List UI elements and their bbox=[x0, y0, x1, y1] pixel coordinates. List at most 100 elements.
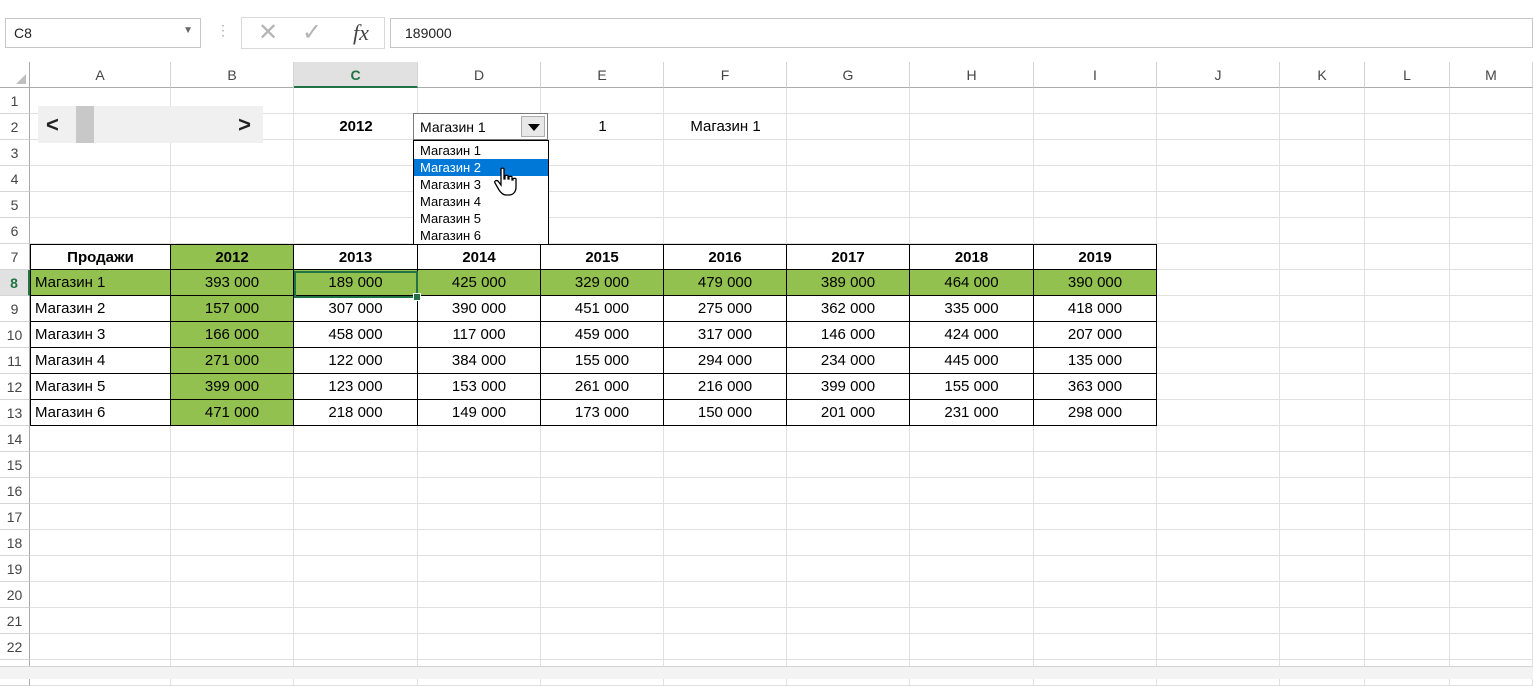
row-header-21[interactable]: 21 bbox=[0, 608, 30, 634]
column-header-f[interactable]: F bbox=[664, 62, 787, 88]
column-header-g[interactable]: G bbox=[787, 62, 910, 88]
column-header-d[interactable]: D bbox=[418, 62, 541, 88]
sales-cell[interactable]: 335 000 bbox=[910, 296, 1034, 322]
sales-cell[interactable]: 173 000 bbox=[541, 400, 664, 426]
sales-cell[interactable]: 231 000 bbox=[910, 400, 1034, 426]
sales-cell[interactable]: 384 000 bbox=[418, 348, 541, 374]
sales-cell[interactable]: 201 000 bbox=[787, 400, 910, 426]
column-header-l[interactable]: L bbox=[1365, 62, 1450, 88]
chevron-left-icon[interactable]: < bbox=[46, 112, 59, 138]
store-name-cell[interactable]: Магазин 1 bbox=[30, 270, 171, 296]
sales-cell[interactable]: 418 000 bbox=[1034, 296, 1157, 322]
column-header-b[interactable]: B bbox=[171, 62, 294, 88]
sales-cell[interactable]: 153 000 bbox=[418, 374, 541, 400]
dropdown-option[interactable]: Магазин 3 bbox=[414, 176, 548, 193]
sales-cell[interactable]: 298 000 bbox=[1034, 400, 1157, 426]
sales-cell[interactable]: 459 000 bbox=[541, 322, 664, 348]
column-header-j[interactable]: J bbox=[1157, 62, 1280, 88]
combo-dropdown-button[interactable] bbox=[521, 116, 545, 137]
sales-cell[interactable]: 464 000 bbox=[910, 270, 1034, 296]
sales-cell[interactable]: 458 000 bbox=[294, 322, 418, 348]
row-header-17[interactable]: 17 bbox=[0, 504, 30, 530]
table-header-cell[interactable]: 2012 bbox=[171, 244, 294, 270]
row-header-16[interactable]: 16 bbox=[0, 478, 30, 504]
table-header-cell[interactable]: 2013 bbox=[294, 244, 418, 270]
combo-index-cell[interactable]: 1 bbox=[541, 114, 664, 140]
dropdown-option[interactable]: Магазин 4 bbox=[414, 193, 548, 210]
close-icon[interactable]: ✕ bbox=[250, 18, 286, 48]
horizontal-scrollbar[interactable] bbox=[0, 666, 1533, 679]
sales-cell[interactable]: 157 000 bbox=[171, 296, 294, 322]
sales-cell[interactable]: 122 000 bbox=[294, 348, 418, 374]
row-header-15[interactable]: 15 bbox=[0, 452, 30, 478]
sales-cell[interactable]: 362 000 bbox=[787, 296, 910, 322]
dropdown-option[interactable]: Магазин 5 bbox=[414, 210, 548, 227]
column-header-h[interactable]: H bbox=[910, 62, 1034, 88]
sales-cell[interactable]: 445 000 bbox=[910, 348, 1034, 374]
sales-cell[interactable]: 393 000 bbox=[171, 270, 294, 296]
row-header-7[interactable]: 7 bbox=[0, 244, 30, 270]
scroll-bar-control[interactable]: < > bbox=[38, 106, 263, 143]
scroll-thumb[interactable] bbox=[76, 106, 94, 143]
row-header-1[interactable]: 1 bbox=[0, 88, 30, 114]
table-header-cell[interactable]: 2017 bbox=[787, 244, 910, 270]
sales-cell[interactable]: 425 000 bbox=[418, 270, 541, 296]
row-header-3[interactable]: 3 bbox=[0, 140, 30, 166]
sales-cell[interactable]: 207 000 bbox=[1034, 322, 1157, 348]
chevron-right-icon[interactable]: > bbox=[238, 112, 251, 138]
sales-cell[interactable]: 479 000 bbox=[664, 270, 787, 296]
column-header-i[interactable]: I bbox=[1034, 62, 1157, 88]
row-header-19[interactable]: 19 bbox=[0, 556, 30, 582]
column-header-m[interactable]: M bbox=[1450, 62, 1533, 88]
combo-dropdown-list[interactable]: Магазин 1 Магазин 2 Магазин 3 Магазин 4 Мага… bbox=[413, 140, 549, 245]
table-header-cell[interactable]: 2016 bbox=[664, 244, 787, 270]
column-header-e[interactable]: E bbox=[541, 62, 664, 88]
store-name-cell[interactable]: Магазин 2 bbox=[30, 296, 171, 322]
name-box[interactable]: C8 ▼ bbox=[5, 18, 201, 48]
row-header-9[interactable]: 9 bbox=[0, 296, 30, 322]
sales-cell[interactable]: 329 000 bbox=[541, 270, 664, 296]
dropdown-option[interactable]: Магазин 6 bbox=[414, 227, 548, 244]
table-header-cell[interactable]: Продажи bbox=[30, 244, 171, 270]
table-header-cell[interactable]: 2015 bbox=[541, 244, 664, 270]
combo-label-cell[interactable]: Магазин 1 bbox=[664, 114, 787, 140]
check-icon[interactable]: ✓ bbox=[294, 18, 330, 48]
row-header-6[interactable]: 6 bbox=[0, 218, 30, 244]
sales-cell[interactable]: 155 000 bbox=[910, 374, 1034, 400]
sales-cell[interactable]: 150 000 bbox=[664, 400, 787, 426]
fx-icon[interactable]: fx bbox=[342, 18, 380, 48]
row-header-11[interactable]: 11 bbox=[0, 348, 30, 374]
row-header-10[interactable]: 10 bbox=[0, 322, 30, 348]
sales-cell[interactable]: 261 000 bbox=[541, 374, 664, 400]
sales-cell[interactable]: 117 000 bbox=[418, 322, 541, 348]
table-header-cell[interactable]: 2014 bbox=[418, 244, 541, 270]
sales-cell[interactable]: 218 000 bbox=[294, 400, 418, 426]
store-name-cell[interactable]: Магазин 4 bbox=[30, 348, 171, 374]
row-header-2[interactable]: 2 bbox=[0, 114, 30, 140]
sales-cell[interactable]: 294 000 bbox=[664, 348, 787, 374]
sales-cell[interactable]: 399 000 bbox=[787, 374, 910, 400]
table-header-cell[interactable]: 2018 bbox=[910, 244, 1034, 270]
store-name-cell[interactable]: Магазин 5 bbox=[30, 374, 171, 400]
sales-cell[interactable]: 307 000 bbox=[294, 296, 418, 322]
sales-cell[interactable]: 363 000 bbox=[1034, 374, 1157, 400]
sales-cell[interactable]: 399 000 bbox=[171, 374, 294, 400]
column-header-c[interactable]: C bbox=[294, 62, 418, 88]
sales-cell[interactable]: 389 000 bbox=[787, 270, 910, 296]
sales-cell[interactable]: 317 000 bbox=[664, 322, 787, 348]
row-header-8[interactable]: 8 bbox=[0, 270, 30, 296]
sales-cell[interactable]: 135 000 bbox=[1034, 348, 1157, 374]
sales-cell[interactable]: 390 000 bbox=[418, 296, 541, 322]
row-header-18[interactable]: 18 bbox=[0, 530, 30, 556]
sales-cell[interactable]: 155 000 bbox=[541, 348, 664, 374]
sales-cell[interactable]: 146 000 bbox=[787, 322, 910, 348]
store-name-cell[interactable]: Магазин 6 bbox=[30, 400, 171, 426]
column-header-a[interactable]: A bbox=[30, 62, 171, 88]
row-header-14[interactable]: 14 bbox=[0, 426, 30, 452]
dropdown-option[interactable]: Магазин 1 bbox=[414, 142, 548, 159]
fill-handle[interactable] bbox=[413, 293, 421, 301]
sales-cell[interactable]: 390 000 bbox=[1034, 270, 1157, 296]
sales-cell[interactable]: 471 000 bbox=[171, 400, 294, 426]
store-name-cell[interactable]: Магазин 3 bbox=[30, 322, 171, 348]
sales-cell[interactable]: 451 000 bbox=[541, 296, 664, 322]
